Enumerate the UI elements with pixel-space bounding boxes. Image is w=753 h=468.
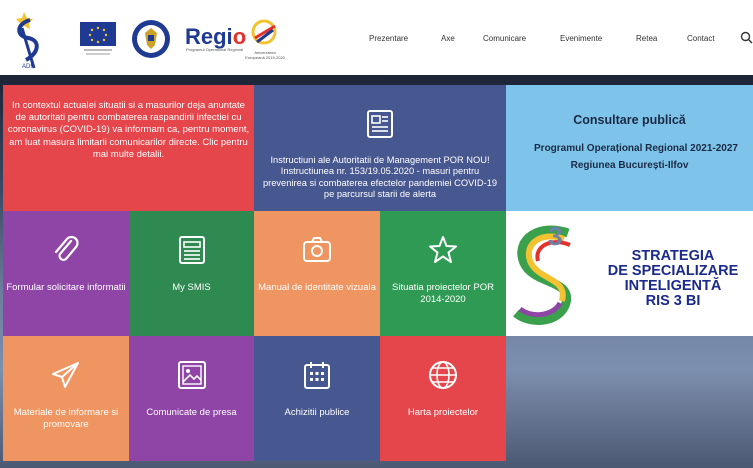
formular-label: Formular solicitare informatii: [6, 282, 126, 293]
comunicate-label: Comunicate de presa: [146, 407, 237, 418]
nav-contact[interactable]: Contact: [687, 34, 715, 43]
nav-evenimente[interactable]: Evenimente: [560, 34, 602, 43]
tile-comunicate-presa[interactable]: Comunicate de presa: [129, 336, 254, 461]
eu-flag-logo[interactable]: [80, 22, 116, 60]
paperclip-icon: [54, 235, 79, 261]
ris3-title: STRATEGIA DE SPECIALIZARE INTELIGENTĂ RI…: [588, 249, 753, 309]
tile-harta-proiectelor[interactable]: Harta proiectelor: [380, 336, 506, 461]
tile-consultare-publica[interactable]: Consultare publică Programul Operațional…: [506, 85, 753, 211]
consultare-line2: Regiunea București-Ilfov: [570, 160, 689, 171]
tile-my-smis[interactable]: My SMIS: [129, 211, 254, 336]
tile-ris3-strategy[interactable]: 3 STRATEGIA DE SPECIALIZARE INTELIGENTĂ …: [506, 211, 753, 336]
nav-retea[interactable]: Retea: [636, 34, 657, 43]
manual-label: Manual de identitate vizuala: [258, 282, 376, 293]
regio-logo-subtitle: Programul Operațional Regional: [186, 47, 244, 52]
image-icon: [177, 361, 206, 389]
tile-covid-notice[interactable]: In contextul actualei situatii si a masu…: [3, 85, 254, 211]
ris3-line4: RIS 3 BI: [645, 293, 701, 309]
nav-axe[interactable]: Axe: [441, 34, 455, 43]
tile-situatia-proiectelor[interactable]: Situatia proiectelor POR 2014-2020: [380, 211, 506, 336]
tile-achizitii-publice[interactable]: Achizitii publice: [254, 336, 380, 461]
tile-instructiuni[interactable]: Instructiuni ale Autoritatii de Manageme…: [254, 85, 506, 211]
tile-formular-solicitare[interactable]: Formular solicitare informatii: [3, 211, 129, 336]
consultare-line1: Programul Operațional Regional 2021-2027: [534, 143, 738, 154]
nav-comunicare[interactable]: Comunicare: [483, 34, 526, 43]
materiale-label: Materiale de informare si promovare: [13, 407, 119, 430]
svg-text:3: 3: [548, 221, 562, 251]
search-icon[interactable]: [740, 31, 753, 44]
tile-manual-identitate[interactable]: Manual de identitate vizuala: [254, 211, 380, 336]
achizitii-label: Achizitii publice: [284, 407, 350, 418]
adr-logo-text: ADR: [22, 64, 35, 70]
government-logo[interactable]: [131, 19, 171, 59]
ris3-line2: DE SPECIALIZARE: [607, 263, 739, 279]
consultare-title: Consultare publică: [573, 113, 686, 127]
document-icon: [367, 110, 393, 138]
newspaper-icon: [178, 236, 205, 264]
harta-label: Harta proiectelor: [407, 407, 479, 418]
adr-logo[interactable]: ADR: [10, 6, 52, 70]
smis-label: My SMIS: [172, 282, 211, 293]
site-header: ADR Regio Programul Operațional Regional…: [0, 0, 753, 75]
ris3-line1: STRATEGIA: [631, 248, 715, 264]
paper-plane-icon: [52, 362, 79, 388]
instructiuni-text: Instructiuni ale Autoritatii de Manageme…: [262, 155, 498, 199]
covid-notice-text: In contextul actualei situatii si a masu…: [7, 100, 250, 160]
nav-prezentare[interactable]: Prezentare: [369, 34, 408, 43]
situatia-label: Situatia proiectelor POR 2014-2020: [392, 282, 494, 305]
camera-icon: [303, 237, 331, 262]
globe-icon: [429, 361, 457, 389]
tile-materiale-informare[interactable]: Materiale de informare si promovare: [3, 336, 129, 461]
ris3-logo-icon: 3: [513, 221, 572, 325]
star-icon: [429, 236, 457, 263]
anniversary-logo-subtitle: Aniversarea Europeană 2019-2020: [245, 50, 285, 60]
calendar-icon: [304, 362, 330, 389]
ris3-line3: INTELIGENTĂ: [624, 278, 722, 294]
